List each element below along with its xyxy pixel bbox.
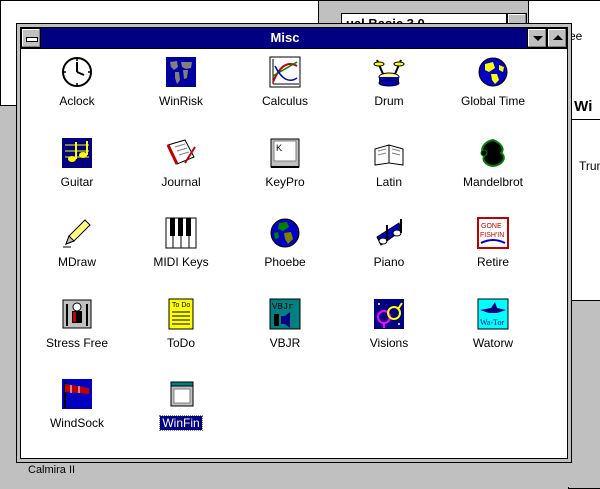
program-item-mdraw[interactable]: MDraw — [25, 215, 129, 287]
program-item-label[interactable]: Guitar — [25, 175, 129, 189]
window-title: Misc — [270, 30, 300, 45]
program-item-windsock[interactable]: WindSock — [25, 376, 129, 448]
maximize-button[interactable] — [547, 28, 567, 48]
program-item-vbjr[interactable]: VBJr VBJR — [233, 296, 337, 368]
meditation-icon[interactable] — [61, 298, 93, 330]
misc-group-window[interactable]: Misc Aclock WinRisk Calculus Drum Global Tim… — [20, 27, 568, 459]
program-item-winfin[interactable]: WinFin — [129, 376, 233, 448]
program-item-stress-free[interactable]: Stress Free — [25, 296, 129, 368]
background-label-trum: Trum — [579, 159, 600, 173]
program-item-label[interactable]: WinFin — [129, 415, 233, 432]
program-item-label[interactable]: Watorw — [441, 336, 545, 350]
program-item-label[interactable]: Visions — [337, 336, 441, 350]
program-item-label[interactable]: Phoebe — [233, 255, 337, 269]
system-menu-icon — [26, 37, 38, 42]
program-item-latin[interactable]: Latin — [337, 135, 441, 207]
svg-text:K: K — [276, 143, 282, 153]
piano-keys-icon[interactable] — [165, 217, 197, 249]
program-item-label[interactable]: MDraw — [25, 255, 129, 269]
todo-list-icon[interactable]: To Do — [165, 298, 197, 330]
clock-icon[interactable] — [61, 56, 93, 88]
program-item-label[interactable]: MIDI Keys — [129, 255, 233, 269]
program-item-label[interactable]: Journal — [129, 175, 233, 189]
program-item-winrisk[interactable]: WinRisk — [129, 54, 233, 126]
program-item-phoebe[interactable]: Phoebe — [233, 215, 337, 287]
program-item-keypro[interactable]: K KeyPro — [233, 135, 337, 207]
svg-text:Wa-Tor: Wa-Tor — [480, 318, 504, 327]
program-item-label[interactable]: Latin — [337, 175, 441, 189]
notebook-icon[interactable] — [165, 137, 197, 169]
program-item-label[interactable]: Stress Free — [25, 336, 129, 350]
key-icon[interactable]: K — [269, 137, 301, 169]
gone-fishin-icon[interactable]: GONE FISH'IN — [477, 217, 509, 250]
program-item-global-time[interactable]: Global Time — [441, 54, 545, 126]
title-bar[interactable]: Misc — [21, 28, 567, 49]
globe-icon[interactable] — [477, 56, 509, 88]
fractal-icon[interactable] — [477, 137, 509, 169]
program-item-label[interactable]: Piano — [337, 255, 441, 269]
program-item-calculus[interactable]: Calculus — [233, 54, 337, 126]
calmira-label: Calmira II — [28, 464, 76, 476]
chevron-up-icon — [553, 35, 563, 40]
program-item-label[interactable]: ToDo — [129, 336, 233, 350]
open-book-icon[interactable] — [373, 137, 405, 169]
background-window-title-wi: t Wi — [565, 95, 600, 120]
program-item-label[interactable]: Calculus — [233, 94, 337, 108]
world-map-icon[interactable] — [165, 56, 197, 88]
piano-note-icon[interactable] — [373, 217, 405, 249]
program-item-retire[interactable]: GONE FISH'IN Retire — [441, 215, 545, 287]
program-item-todo[interactable]: To Do ToDo — [129, 296, 233, 368]
program-item-label[interactable]: VBJR — [233, 336, 337, 350]
windsock-icon[interactable] — [61, 378, 93, 410]
program-item-mandelbrot[interactable]: Mandelbrot — [441, 135, 545, 207]
music-note-icon[interactable] — [61, 137, 93, 169]
program-item-midi-keys[interactable]: MIDI Keys — [129, 215, 233, 287]
program-item-piano[interactable]: Piano — [337, 215, 441, 287]
window-folder-icon[interactable] — [165, 378, 197, 410]
program-item-label[interactable]: Aclock — [25, 94, 129, 108]
graph-icon[interactable] — [269, 56, 301, 88]
earth-icon[interactable] — [269, 217, 301, 249]
program-item-label[interactable]: WindSock — [25, 416, 129, 430]
program-item-guitar[interactable]: Guitar — [25, 135, 129, 207]
svg-text:To Do: To Do — [172, 302, 190, 309]
program-item-visions[interactable]: Visions — [337, 296, 441, 368]
shark-icon[interactable]: Wa-Tor — [477, 298, 509, 330]
pencil-icon[interactable] — [61, 217, 93, 249]
chevron-down-icon — [533, 36, 543, 41]
svg-text:GONE: GONE — [481, 223, 502, 230]
program-item-label[interactable]: Mandelbrot — [441, 175, 545, 189]
program-item-label[interactable]: KeyPro — [233, 175, 337, 189]
program-item-watorw[interactable]: Wa-Tor Watorw — [441, 296, 545, 368]
system-menu-button[interactable] — [21, 28, 41, 48]
svg-text:FISH'IN: FISH'IN — [480, 232, 504, 239]
minimize-button[interactable] — [527, 28, 547, 48]
program-item-label[interactable]: Retire — [441, 255, 545, 269]
program-item-label[interactable]: Drum — [337, 94, 441, 108]
program-item-journal[interactable]: Journal — [129, 135, 233, 207]
vbjr-icon[interactable]: VBJr — [269, 298, 301, 330]
svg-text:VBJr: VBJr — [272, 302, 294, 312]
program-item-drum[interactable]: Drum — [337, 54, 441, 126]
program-item-label[interactable]: Global Time — [441, 94, 545, 108]
program-icon-grid: Aclock WinRisk Calculus Drum Global Time Guit… — [21, 50, 567, 458]
gender-symbols-icon[interactable] — [373, 298, 405, 330]
program-item-aclock[interactable]: Aclock — [25, 54, 129, 126]
drum-icon[interactable] — [373, 56, 405, 88]
program-item-label[interactable]: WinRisk — [129, 94, 233, 108]
